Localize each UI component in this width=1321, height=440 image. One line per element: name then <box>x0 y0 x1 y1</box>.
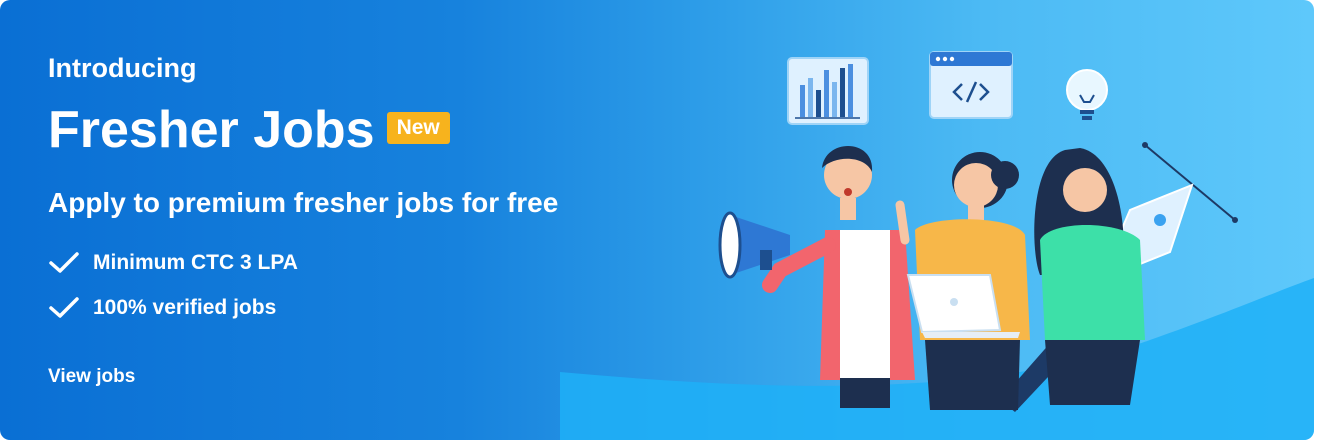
bar-chart-icon <box>787 57 869 125</box>
title-row: Fresher Jobs New <box>48 100 450 160</box>
feature-label: Minimum CTC 3 LPA <box>93 251 298 274</box>
checkmark-icon <box>49 297 79 318</box>
person-man <box>762 145 915 408</box>
feature-label: 100% verified jobs <box>93 296 277 319</box>
banner-subtitle: Apply to premium fresher jobs for free <box>48 187 559 218</box>
banner-title: Fresher Jobs <box>48 101 375 159</box>
lightbulb-icon <box>1066 69 1108 120</box>
feature-item: 100% verified jobs <box>48 296 276 320</box>
code-window-icon <box>929 51 1013 119</box>
new-badge: New <box>386 112 450 144</box>
checkmark-icon <box>49 252 79 273</box>
intro-label: Introducing <box>48 53 197 83</box>
feature-item: Minimum CTC 3 LPA <box>48 251 298 275</box>
person-woman-pen <box>1034 148 1145 405</box>
fresher-jobs-banner[interactable]: Introducing Fresher Jobs New Apply to pr… <box>0 0 1314 440</box>
illustration <box>718 51 1238 412</box>
view-jobs-link[interactable]: View jobs <box>48 366 135 388</box>
